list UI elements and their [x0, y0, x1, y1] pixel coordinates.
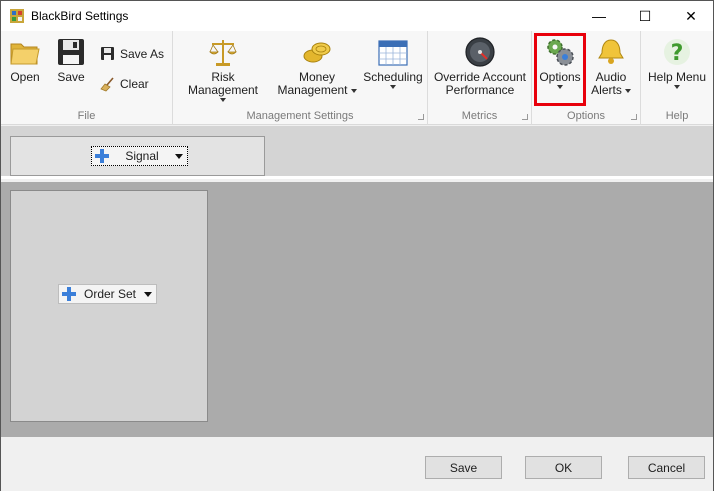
signal-row: Signal — [1, 126, 713, 179]
chevron-down-icon — [350, 88, 357, 93]
bell-icon — [598, 39, 624, 64]
dialog-launcher-icon[interactable] — [522, 114, 528, 120]
audio-alerts-label-line2: Alerts — [588, 84, 634, 97]
dialog-launcher-icon[interactable] — [631, 114, 637, 120]
file-group-label: File — [77, 110, 96, 122]
save-as-label: Save As — [120, 47, 165, 61]
floppy-disk-pen-icon — [101, 47, 114, 60]
save-ribbon-label: Save — [57, 70, 85, 84]
scheduling-label: Scheduling — [363, 70, 423, 84]
money-management-button[interactable]: Money Management — [276, 34, 358, 110]
ribbon: Open Save Save As Clear File Risk Manage… — [1, 31, 713, 125]
help-menu-button[interactable]: ? Help Menu — [646, 34, 708, 110]
gauge-icon — [465, 37, 495, 67]
audio-alerts-button[interactable]: Audio Alerts — [588, 34, 634, 110]
chevron-down-icon — [175, 153, 183, 159]
plus-icon — [62, 287, 76, 301]
order-set-dropdown-button[interactable]: Order Set — [58, 284, 157, 304]
chevron-down-icon — [144, 291, 152, 297]
help-menu-label: Help Menu — [647, 70, 707, 84]
broom-icon — [100, 77, 114, 92]
open-button[interactable]: Open — [5, 34, 45, 110]
main-area: Order Set — [1, 182, 713, 437]
help-group-label: Help — [665, 110, 689, 122]
management-settings-group-label: Management Settings — [246, 110, 354, 122]
footer: Save OK Cancel — [1, 437, 713, 491]
money-management-label-line2: Management — [276, 84, 358, 97]
metrics-group-label: Metrics — [461, 110, 498, 122]
blackbird-app-icon — [10, 9, 24, 23]
window-title: BlackBird Settings — [31, 9, 129, 23]
cancel-button[interactable]: Cancel — [628, 456, 705, 479]
options-highlight-box — [534, 33, 586, 106]
signal-panel: Signal — [10, 136, 265, 176]
money-management-label-text: Management — [277, 83, 348, 97]
scheduling-button[interactable]: Scheduling — [363, 34, 423, 110]
override-account-performance-button[interactable]: Override Account Performance — [431, 34, 529, 110]
signal-dropdown-button[interactable]: Signal — [91, 146, 188, 166]
signal-label: Signal — [125, 149, 159, 163]
title-bar: BlackBird Settings — ☐ ✕ — [1, 1, 713, 31]
options-group-label: Options — [567, 110, 605, 122]
management-settings-group: Risk Management Money Management Schedul… — [173, 31, 428, 125]
file-group: Open Save Save As Clear File — [1, 31, 173, 125]
svg-text:?: ? — [671, 41, 684, 66]
risk-management-button[interactable]: Risk Management — [178, 34, 268, 110]
close-button[interactable]: ✕ — [668, 1, 714, 31]
ok-button[interactable]: OK — [525, 456, 602, 479]
chevron-down-icon — [674, 85, 680, 89]
question-mark-icon: ? — [664, 39, 690, 66]
balance-scale-icon — [209, 40, 237, 66]
help-group: ? Help Menu Help — [641, 31, 713, 125]
folder-icon — [10, 43, 40, 65]
chevron-down-icon — [220, 98, 226, 102]
plus-icon — [95, 149, 109, 163]
save-ribbon-button[interactable]: Save — [51, 34, 91, 110]
save-as-button[interactable]: Save As — [100, 43, 164, 65]
clear-label: Clear — [120, 77, 149, 91]
metrics-group: Override Account Performance Metrics — [428, 31, 532, 125]
settings-window: BlackBird Settings — ☐ ✕ Open Save Save … — [0, 0, 714, 491]
open-label: Open — [10, 70, 40, 84]
save-button[interactable]: Save — [425, 456, 502, 479]
floppy-disk-icon — [58, 39, 84, 65]
chevron-down-icon — [624, 88, 631, 93]
coins-icon — [303, 42, 331, 63]
minimize-button[interactable]: — — [576, 1, 622, 31]
risk-management-label: Risk Management — [187, 70, 259, 97]
maximize-button[interactable]: ☐ — [622, 1, 668, 31]
dialog-launcher-icon[interactable] — [418, 114, 424, 120]
chevron-down-icon — [390, 85, 396, 89]
order-set-panel: Order Set — [10, 190, 208, 422]
override-label-line2: Performance — [445, 83, 515, 97]
calendar-icon — [378, 40, 408, 66]
clear-button[interactable]: Clear — [100, 73, 149, 95]
audio-alerts-label-text: Alerts — [591, 83, 622, 97]
order-set-label: Order Set — [83, 287, 137, 301]
